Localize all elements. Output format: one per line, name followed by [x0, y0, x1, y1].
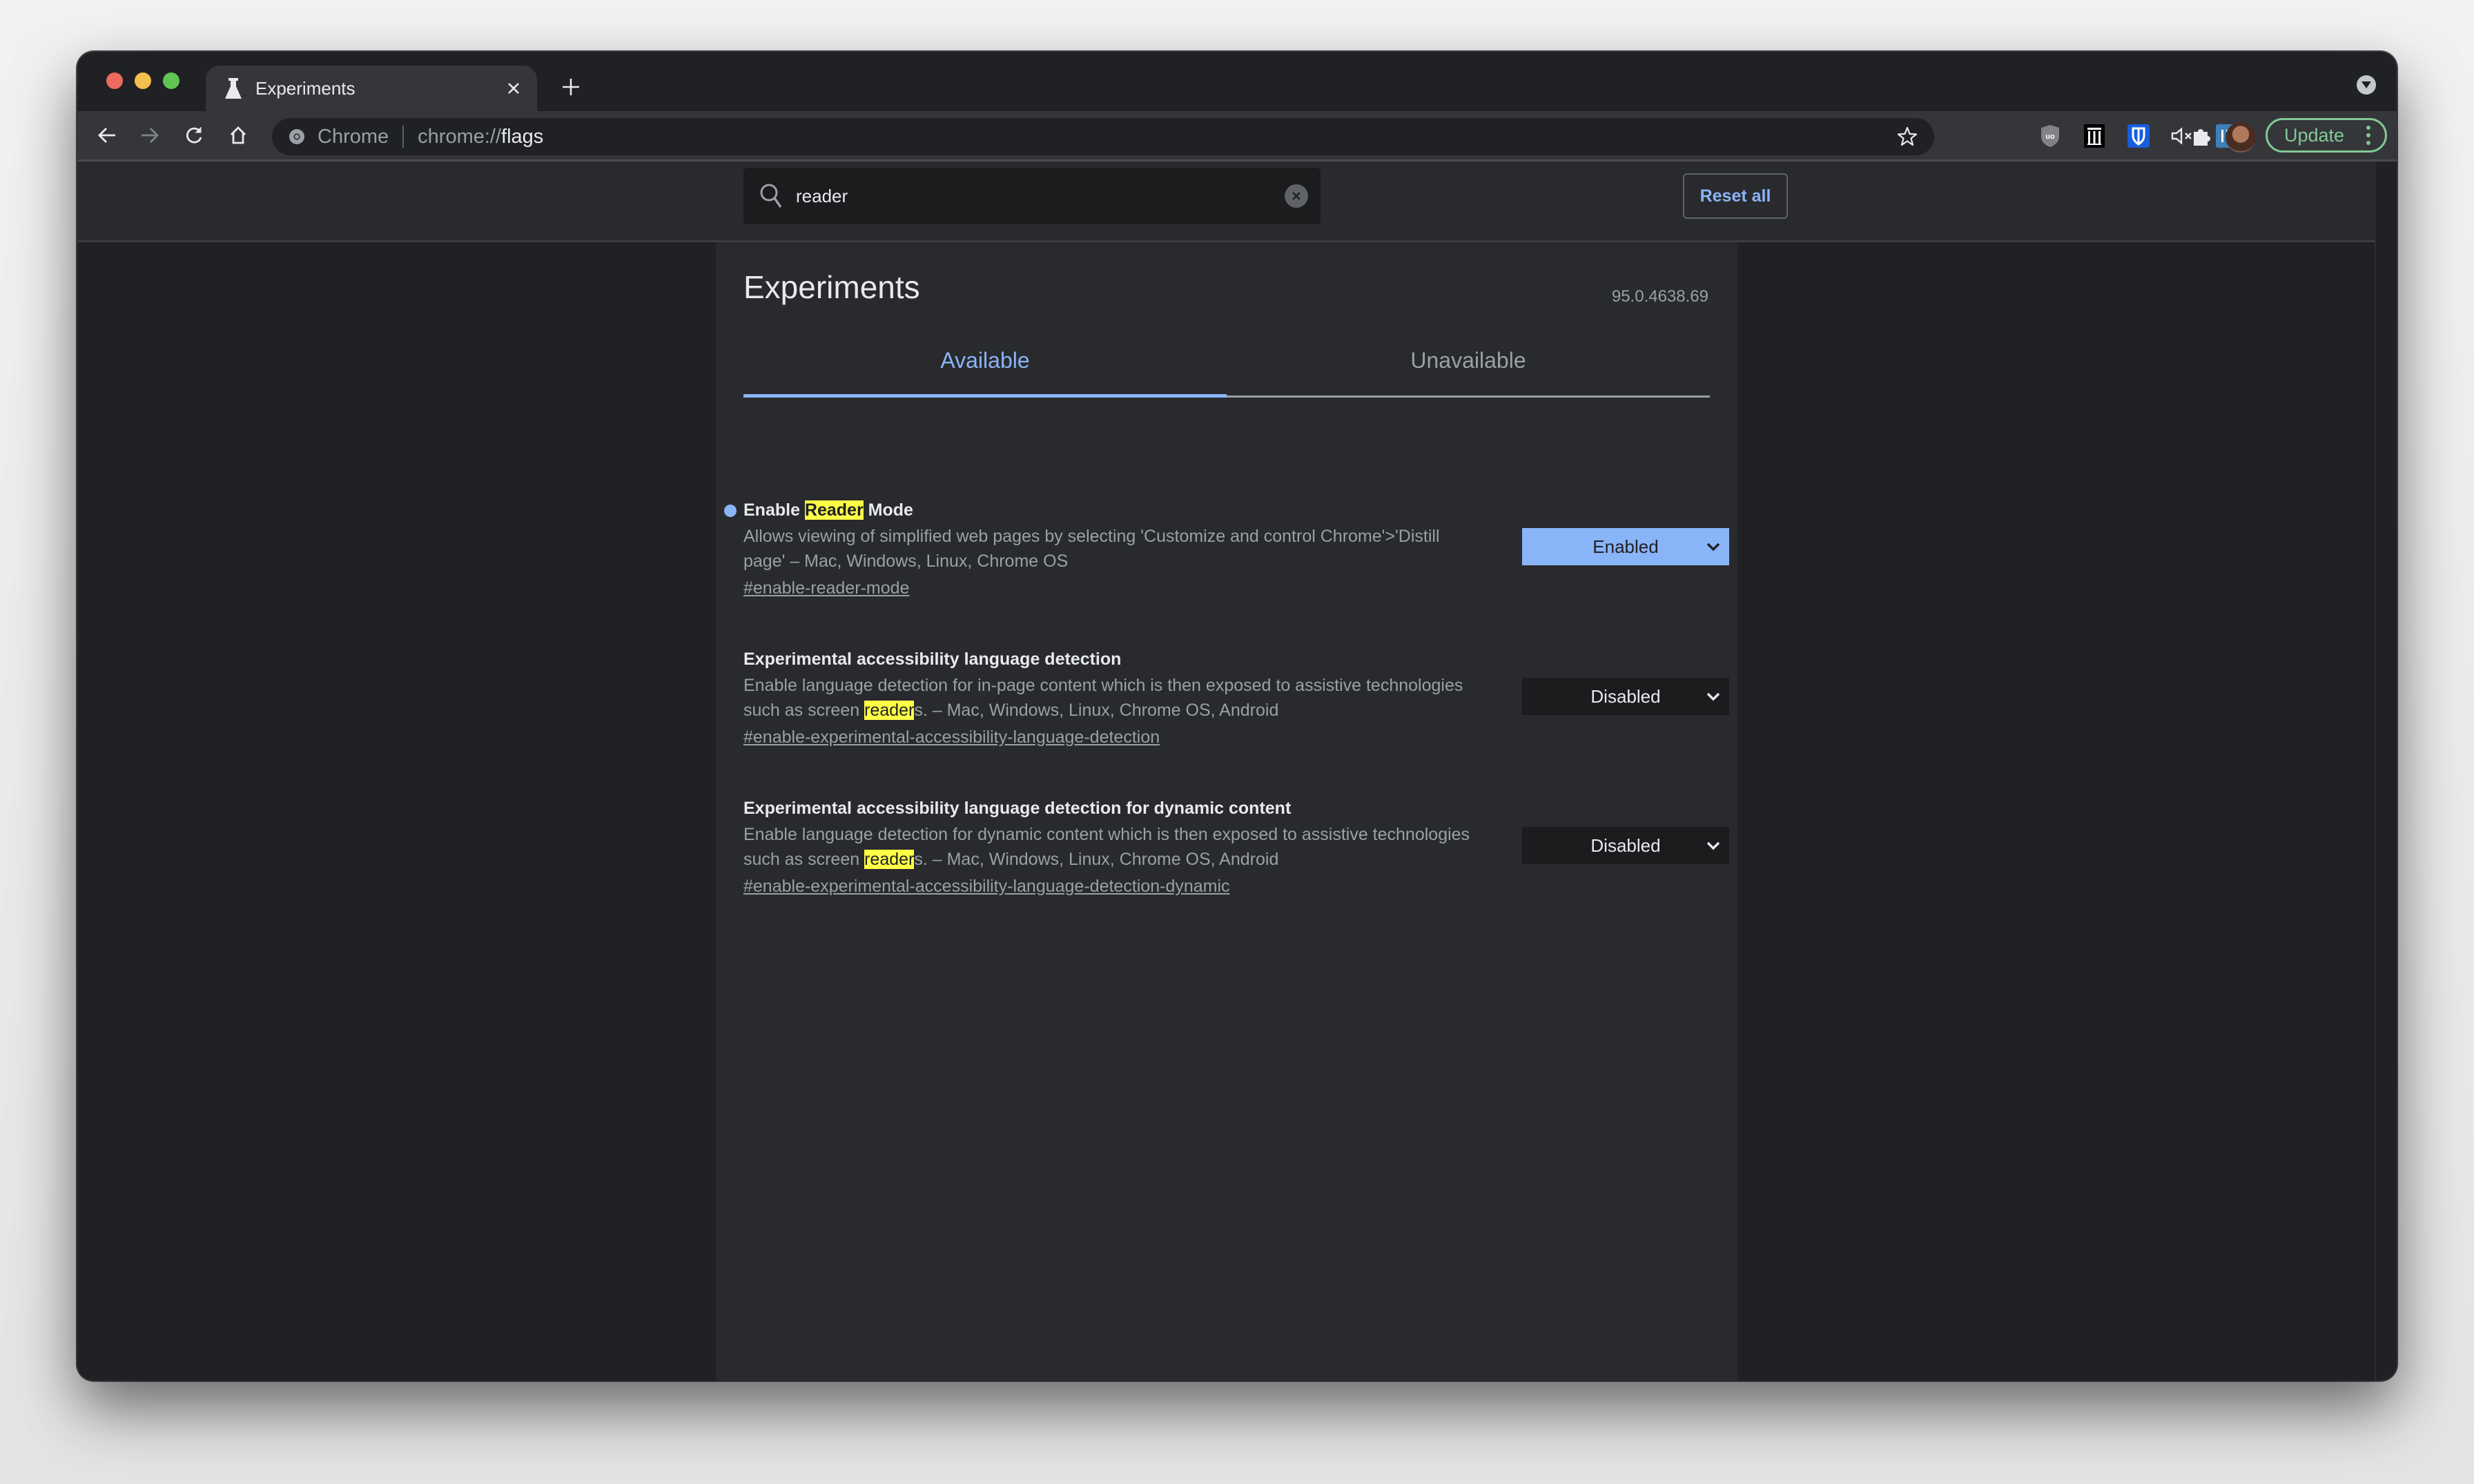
kebab-menu-icon — [2361, 126, 2375, 145]
flag-item: Experimental accessibility language dete… — [743, 645, 1729, 752]
reset-all-button[interactable]: Reset all — [1683, 173, 1788, 219]
search-highlight: Reader — [804, 500, 864, 520]
update-button[interactable]: Update — [2266, 118, 2387, 153]
zoom-window-button[interactable] — [163, 72, 179, 89]
flag-title-text: Enable — [743, 500, 805, 520]
clear-search-button[interactable] — [1285, 184, 1308, 208]
home-icon — [231, 126, 246, 144]
flag-description: Enable language detection for dynamic co… — [743, 822, 1475, 872]
url-scheme: chrome:// — [418, 125, 502, 148]
omnibox-separator — [402, 126, 405, 148]
puzzle-extensions-icon — [2194, 129, 2210, 146]
flag-title: Experimental accessibility language dete… — [743, 799, 1292, 818]
flag-state-select[interactable]: Disabled — [1522, 678, 1729, 715]
search-header: Reset all — [77, 162, 2376, 242]
url-host: flags — [501, 125, 544, 148]
chevron-down-icon — [1706, 543, 1720, 551]
version-label: 95.0.4638.69 — [1611, 287, 1708, 306]
flag-item: Experimental accessibility language dete… — [743, 794, 1729, 901]
chrome-icon — [287, 127, 306, 146]
ublock-origin-button[interactable]: uo — [2038, 124, 2063, 148]
clear-icon — [1292, 192, 1301, 200]
url-text[interactable]: chrome://flags — [418, 126, 1890, 148]
browser-window: Experiments Chrome chrome://flags uo rea… — [77, 52, 2397, 1380]
trash-extension-icon — [2084, 124, 2105, 148]
address-bar[interactable]: Chrome chrome://flags — [272, 118, 1934, 155]
search-highlight: reader — [864, 701, 915, 720]
back-button[interactable] — [91, 119, 123, 151]
modified-indicator — [724, 505, 737, 517]
tab-experiments[interactable]: Experiments — [206, 66, 537, 111]
tab-strip: Experiments — [77, 52, 2397, 111]
chevron-down-icon — [1706, 692, 1720, 701]
minimize-window-button[interactable] — [135, 72, 151, 89]
experiments-tabs: Available Unavailable — [743, 325, 1710, 398]
experiments-panel: Experiments 95.0.4638.69 Available Unava… — [716, 242, 1737, 1380]
page-scrollbar[interactable] — [2375, 162, 2397, 1380]
flag-item: Enable Reader Mode Allows viewing of sim… — [724, 496, 1729, 603]
tab-unavailable[interactable]: Unavailable — [1227, 325, 1710, 396]
toolbar: Chrome chrome://flags uo — [77, 111, 2397, 162]
search-icon — [757, 182, 785, 210]
bitwarden-button[interactable] — [2126, 124, 2151, 148]
ublock-origin-icon: uo — [2041, 125, 2059, 147]
flag-title-text: Mode — [863, 500, 913, 520]
arrow-right-icon — [142, 128, 159, 143]
flag-description: Allows viewing of simplified web pages b… — [743, 527, 1440, 571]
select-value: Disabled — [1590, 834, 1661, 856]
flag-description-text: s. – Mac, Windows, Linux, Chrome OS, And… — [914, 701, 1279, 720]
search-highlight: reader — [864, 850, 915, 869]
flag-permalink[interactable]: #enable-experimental-accessibility-langu… — [743, 872, 1230, 901]
chevron-down-icon — [1706, 841, 1720, 850]
flag-title: Enable Reader Mode — [743, 496, 1710, 524]
star-icon — [1897, 126, 1918, 146]
extensions-menu-button[interactable] — [2190, 124, 2214, 148]
bitwarden-icon — [2127, 124, 2150, 148]
flag-permalink[interactable]: #enable-reader-mode — [743, 574, 909, 603]
tab-search-button[interactable] — [2357, 75, 2376, 95]
site-chip[interactable]: Chrome — [318, 126, 389, 148]
flag-permalink[interactable]: #enable-experimental-accessibility-langu… — [743, 723, 1160, 752]
reload-icon — [186, 127, 202, 144]
close-window-button[interactable] — [106, 72, 123, 89]
plus-icon — [563, 79, 579, 95]
close-icon[interactable] — [500, 75, 527, 102]
page-title: Experiments — [743, 269, 920, 305]
flag-description-text: s. – Mac, Windows, Linux, Chrome OS, And… — [914, 850, 1279, 869]
flag-description: Enable language detection for in-page co… — [743, 673, 1475, 723]
select-value: Disabled — [1590, 685, 1661, 707]
bookmark-button[interactable] — [1890, 119, 1925, 154]
flask-icon — [224, 77, 243, 99]
trash-extension-button[interactable] — [2082, 124, 2107, 148]
tab-available[interactable]: Available — [743, 325, 1227, 398]
flag-state-select[interactable]: Disabled — [1522, 827, 1729, 864]
update-label: Update — [2284, 124, 2345, 146]
search-input[interactable] — [795, 184, 1285, 208]
forward-button[interactable] — [134, 119, 166, 151]
new-tab-button[interactable] — [554, 70, 588, 104]
search-field[interactable] — [743, 168, 1321, 224]
home-button[interactable] — [222, 119, 254, 151]
select-value: Enabled — [1592, 536, 1659, 557]
reload-button[interactable] — [178, 119, 210, 151]
svg-text:uo: uo — [2045, 133, 2055, 141]
flag-title: Experimental accessibility language dete… — [743, 650, 1122, 669]
tab-search-icon — [2361, 81, 2371, 88]
arrow-left-icon — [98, 128, 115, 143]
avatar[interactable] — [2225, 122, 2256, 153]
flag-state-select[interactable]: Enabled — [1522, 528, 1729, 565]
flags-page: Reset all Experiments 95.0.4638.69 Avail… — [77, 162, 2397, 1380]
tab-title: Experiments — [255, 77, 355, 99]
